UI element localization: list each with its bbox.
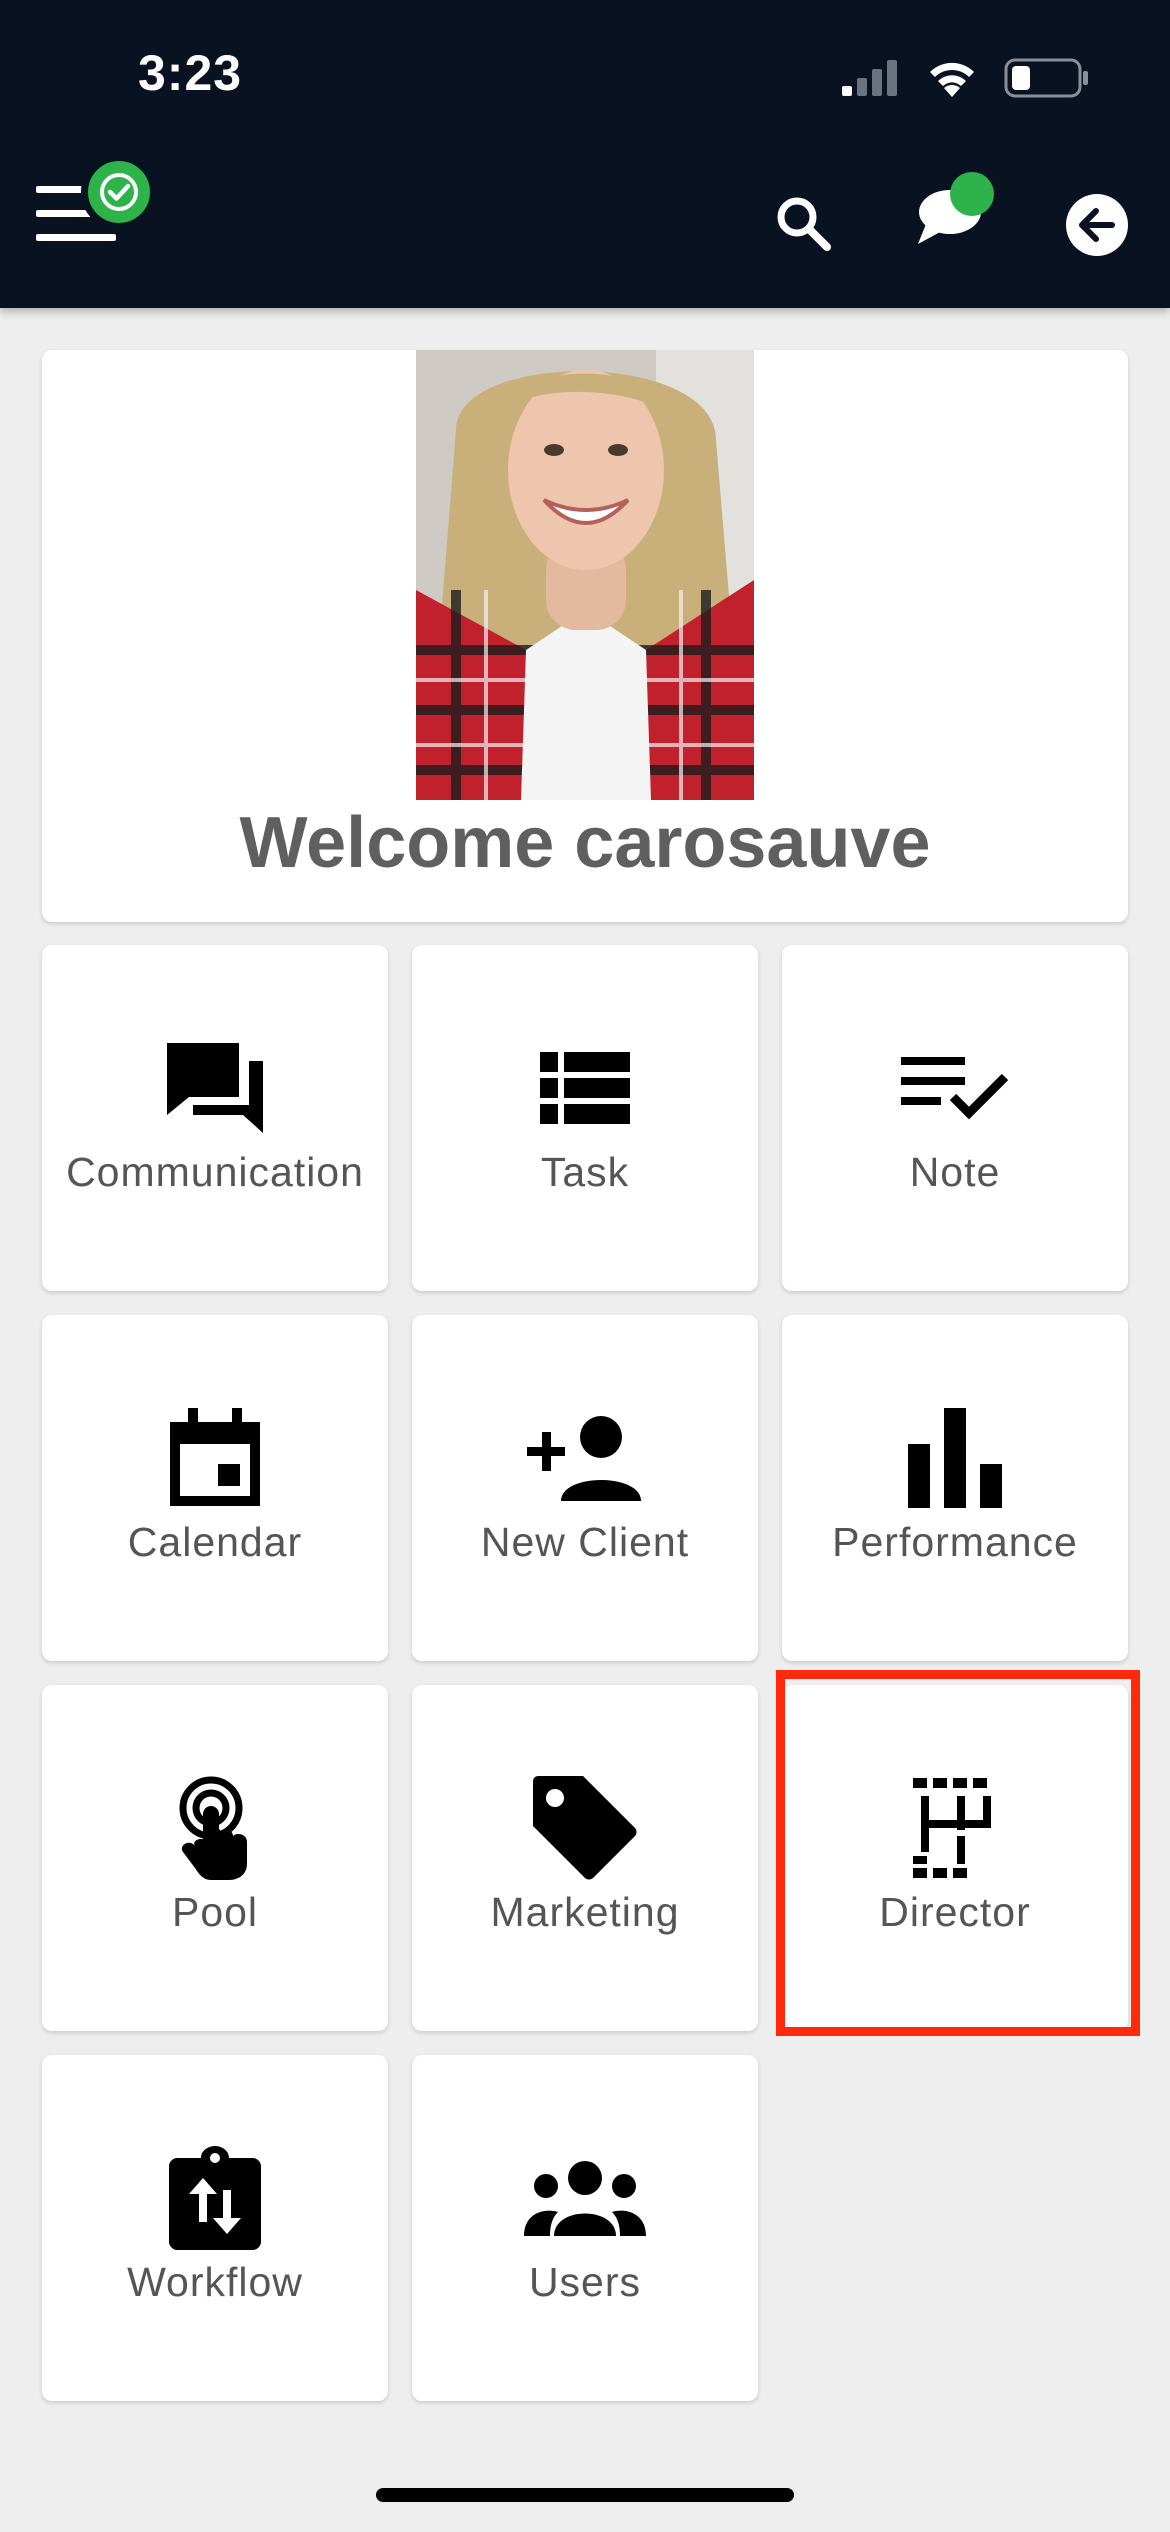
tile-label: Workflow [127,2259,303,2305]
back-button[interactable] [1066,194,1128,256]
tile-label: Task [540,1149,630,1195]
calendar-icon [42,1403,388,1513]
tile-label: Note [909,1149,1001,1195]
tile-label: New Client [480,1519,690,1565]
tile-task[interactable]: Task [412,945,758,1291]
search-icon [777,197,831,251]
welcome-card: Welcome carosauve [42,350,1128,922]
highlight-box [776,1670,1140,2036]
bar-chart-icon [782,1403,1128,1513]
wifi-icon [930,62,974,97]
check-badge-icon [81,154,157,230]
search-button[interactable] [770,190,836,256]
swap-clipboard-icon [42,2143,388,2253]
list-icon [412,1033,758,1143]
checklist-icon [782,1033,1128,1143]
tile-communication[interactable]: Communication [42,945,388,1291]
battery-icon [1004,58,1088,98]
profile-photo [416,350,754,800]
tile-users[interactable]: Users [412,2055,758,2401]
cellular-signal-icon [842,60,897,96]
person-add-icon [412,1403,758,1513]
tile-label: Pool [171,1889,259,1935]
tile-calendar[interactable]: Calendar [42,1315,388,1661]
tag-icon [412,1773,758,1883]
menu-icon-bar [36,234,116,241]
tile-performance[interactable]: Performance [782,1315,1128,1661]
home-indicator[interactable] [376,2488,794,2502]
forum-icon [42,1033,388,1143]
welcome-heading: Welcome carosauve [239,803,931,883]
tile-label: Performance [832,1519,1078,1565]
tile-workflow[interactable]: Workflow [42,2055,388,2401]
tile-label: Calendar [127,1519,303,1565]
touch-icon [42,1773,388,1883]
group-icon [412,2143,758,2253]
chat-notification-dot [950,172,994,216]
tile-new-client[interactable]: New Client [412,1315,758,1661]
tile-pool[interactable]: Pool [42,1685,388,2031]
status-icons [842,58,1090,98]
tile-note[interactable]: Note [782,945,1128,1291]
tile-label: Marketing [490,1889,680,1935]
tile-label: Communication [66,1149,364,1195]
top-app-bar: 3:23 [0,0,1170,308]
status-time: 3:23 [138,45,243,101]
tile-marketing[interactable]: Marketing [412,1685,758,2031]
tile-label: Users [528,2259,642,2305]
back-arrow-icon [1066,194,1128,256]
